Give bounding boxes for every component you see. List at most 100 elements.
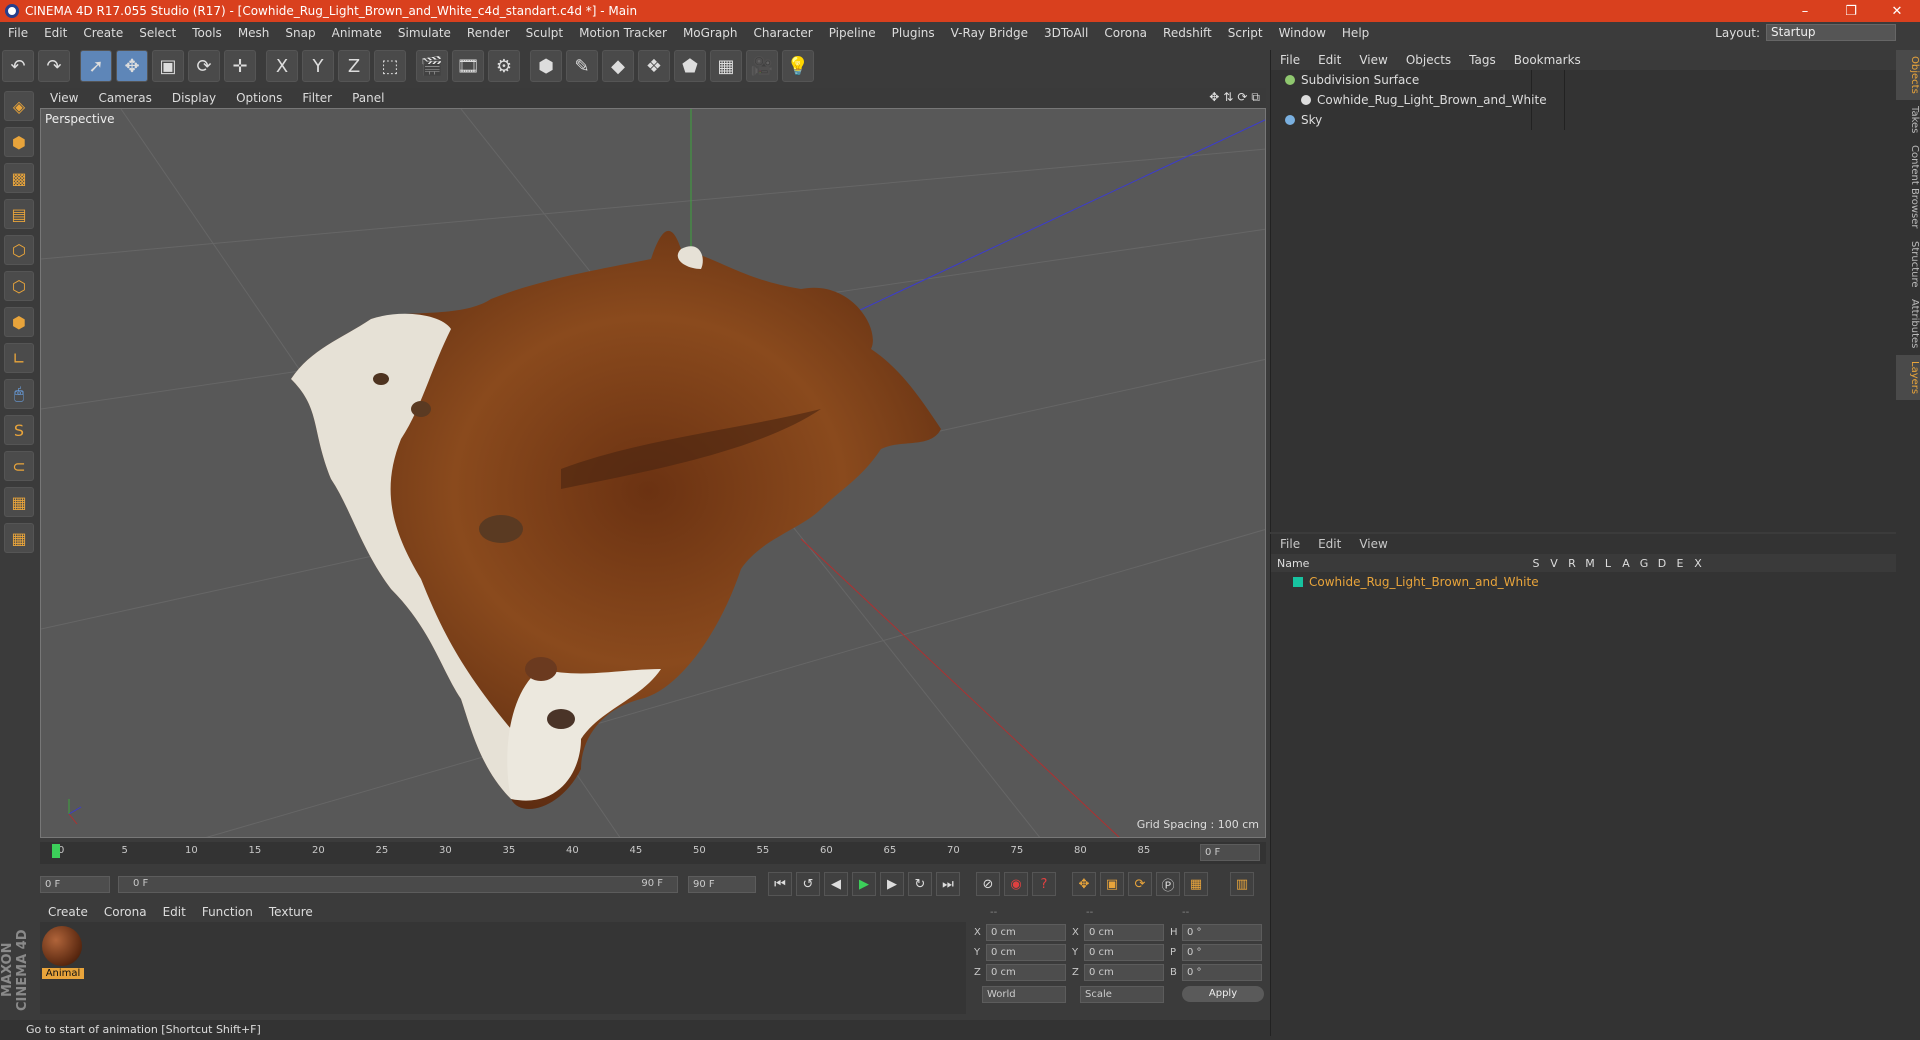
layer-menu-view[interactable]: View [1350, 537, 1396, 551]
object-menu-view[interactable]: View [1350, 53, 1396, 67]
auto-key-icon[interactable]: ? [1032, 872, 1056, 896]
coord-field[interactable]: 0 cm [986, 943, 1066, 961]
record-disabled-icon[interactable]: ⊘ [976, 872, 1000, 896]
texture-mode-icon[interactable]: ▩ [4, 163, 34, 193]
object-row[interactable]: Sky [1271, 110, 1896, 130]
restore-button[interactable]: ❐ [1828, 4, 1874, 19]
next-frame-icon[interactable]: ▶ [880, 872, 904, 896]
material-menu-texture[interactable]: Texture [261, 905, 321, 919]
coord-field[interactable]: 0 cm [1084, 943, 1164, 961]
magnet-icon[interactable]: ⊂ [4, 451, 34, 481]
viewport-menu-panel[interactable]: Panel [342, 91, 394, 105]
world-dropdown[interactable]: World [982, 985, 1066, 1003]
object-menu-objects[interactable]: Objects [1397, 53, 1460, 67]
menu-file[interactable]: File [0, 26, 36, 40]
scale-icon[interactable]: ▣ [152, 50, 184, 82]
layout-dropdown[interactable]: Startup [1766, 24, 1896, 41]
undo-icon[interactable]: ↶ [2, 50, 34, 82]
right-tab-content-browser[interactable]: Content Browser [1896, 139, 1920, 234]
menu-animate[interactable]: Animate [324, 26, 390, 40]
redo-icon[interactable]: ↷ [38, 50, 70, 82]
edges-mode-icon[interactable]: ⬡ [4, 271, 34, 301]
playhead-marker[interactable] [52, 844, 60, 858]
record-keys-icon[interactable]: ◉ [1004, 872, 1028, 896]
layer-menu-edit[interactable]: Edit [1309, 537, 1350, 551]
menu-character[interactable]: Character [745, 26, 820, 40]
menu-snap[interactable]: Snap [277, 26, 323, 40]
render-view-icon[interactable]: 🎬 [416, 50, 448, 82]
menu-plugins[interactable]: Plugins [884, 26, 943, 40]
tweak-mode-icon[interactable]: 🖱 [4, 379, 34, 409]
render-region-icon[interactable]: 🎞 [452, 50, 484, 82]
material-menu-create[interactable]: Create [40, 905, 96, 919]
viewport-menu-options[interactable]: Options [226, 91, 292, 105]
menu-3dtoall[interactable]: 3DToAll [1036, 26, 1096, 40]
start-frame-field[interactable]: 0 F [40, 875, 110, 893]
close-button[interactable]: ✕ [1874, 4, 1920, 19]
layer-row[interactable]: Cowhide_Rug_Light_Brown_and_White [1271, 572, 1896, 592]
object-menu-file[interactable]: File [1271, 53, 1309, 67]
transform-icon[interactable]: ✛ [224, 50, 256, 82]
y-axis-icon[interactable]: Y [302, 50, 334, 82]
object-menu-edit[interactable]: Edit [1309, 53, 1350, 67]
perspective-viewport[interactable]: Perspective Grid Spacing : 100 cm [40, 108, 1266, 838]
viewport-menu-cameras[interactable]: Cameras [88, 91, 161, 105]
menu-corona[interactable]: Corona [1096, 26, 1155, 40]
menu-v-ray-bridge[interactable]: V-Ray Bridge [943, 26, 1036, 40]
menu-select[interactable]: Select [131, 26, 184, 40]
object-menu-tags[interactable]: Tags [1460, 53, 1505, 67]
next-key-icon[interactable]: ↻ [908, 872, 932, 896]
make-editable-icon[interactable]: ◈ [4, 91, 34, 121]
coord-field[interactable]: 0 cm [986, 963, 1066, 981]
light-icon[interactable]: 💡 [782, 50, 814, 82]
key-rotation-icon[interactable]: ⟳ [1128, 872, 1152, 896]
coord-field[interactable]: 0 cm [986, 923, 1066, 941]
menu-edit[interactable]: Edit [36, 26, 75, 40]
material-item[interactable]: Animal [42, 926, 84, 979]
points-mode-icon[interactable]: ⬡ [4, 235, 34, 265]
dolly-icon[interactable]: ⇅ [1223, 90, 1233, 105]
polygons-mode-icon[interactable]: ⬢ [4, 307, 34, 337]
pen-spline-icon[interactable]: ✎ [566, 50, 598, 82]
toggle-view-icon[interactable]: ⧉ [1251, 90, 1260, 105]
menu-simulate[interactable]: Simulate [390, 26, 459, 40]
menu-help[interactable]: Help [1334, 26, 1377, 40]
rotate-icon[interactable]: ⟳ [188, 50, 220, 82]
layer-menu-file[interactable]: File [1271, 537, 1309, 551]
right-tab-objects[interactable]: Objects [1896, 50, 1920, 100]
render-settings-icon[interactable]: ⚙ [488, 50, 520, 82]
viewport-menu-filter[interactable]: Filter [292, 91, 342, 105]
end-frame-field[interactable]: 90 F [688, 875, 756, 893]
key-param-icon[interactable]: Ⓟ [1156, 872, 1180, 896]
grid-lock-icon[interactable]: ▦ [4, 487, 34, 517]
cube-icon[interactable]: ⬢ [530, 50, 562, 82]
coord-field[interactable]: 0 ° [1182, 943, 1262, 961]
key-pla-icon[interactable]: ▦ [1184, 872, 1208, 896]
key-position-icon[interactable]: ✥ [1072, 872, 1096, 896]
select-arrow-icon[interactable]: ➚ [80, 50, 112, 82]
apply-button[interactable]: Apply [1182, 986, 1264, 1002]
coord-field[interactable]: 0 cm [1084, 963, 1164, 981]
x-axis-icon[interactable]: X [266, 50, 298, 82]
menu-mesh[interactable]: Mesh [230, 26, 278, 40]
viewport-menu-view[interactable]: View [40, 91, 88, 105]
layer-color-swatch[interactable] [1293, 577, 1303, 587]
timeline-ruler[interactable]: 051015202530354045505560657075808590 0 F [40, 842, 1266, 864]
menu-render[interactable]: Render [459, 26, 518, 40]
material-menu-function[interactable]: Function [194, 905, 261, 919]
timeline-window-icon[interactable]: ▥ [1230, 872, 1254, 896]
coord-field[interactable]: 0 cm [1084, 923, 1164, 941]
menu-script[interactable]: Script [1220, 26, 1271, 40]
menu-create[interactable]: Create [75, 26, 131, 40]
floor-grid-icon[interactable]: ▦ [710, 50, 742, 82]
play-icon[interactable]: ▶ [852, 872, 876, 896]
menu-tools[interactable]: Tools [184, 26, 230, 40]
frame-range-slider[interactable]: 0 F 90 F [118, 875, 678, 893]
object-row[interactable]: Subdivision Surface [1271, 70, 1896, 90]
workplane-mode-icon[interactable]: ▤ [4, 199, 34, 229]
material-menu-edit[interactable]: Edit [155, 905, 194, 919]
minimize-button[interactable]: – [1782, 4, 1828, 19]
move-icon[interactable]: ✥ [116, 50, 148, 82]
viewport-menu-display[interactable]: Display [162, 91, 226, 105]
material-menu-corona[interactable]: Corona [96, 905, 155, 919]
